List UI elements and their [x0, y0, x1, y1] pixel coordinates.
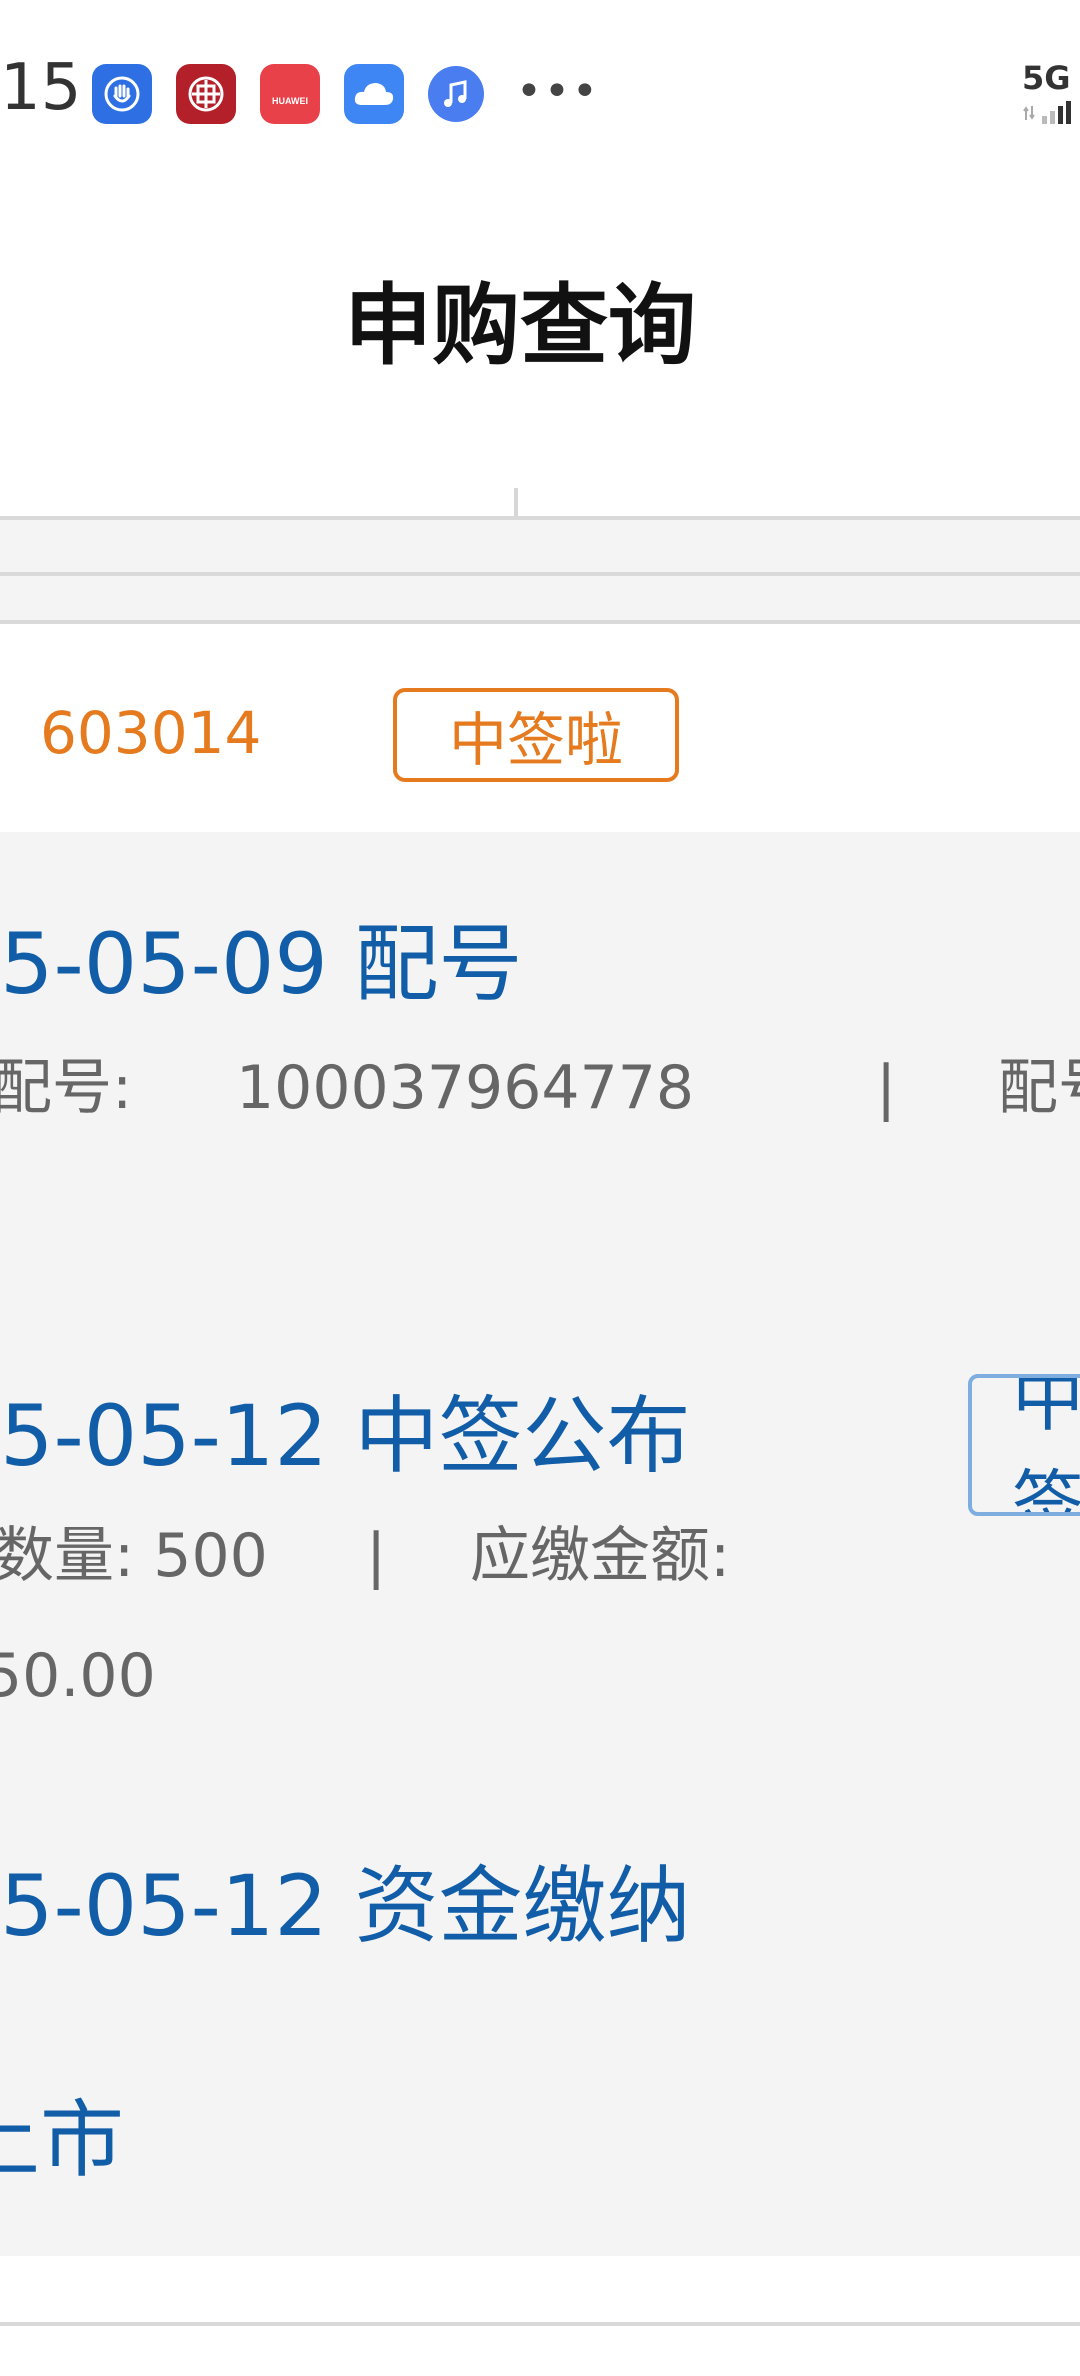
status-time: 15 — [0, 51, 82, 125]
tab-divider — [514, 488, 518, 518]
cloud-icon — [344, 64, 404, 124]
appgallery-label: HUAWEI — [272, 96, 308, 106]
separator: | — [876, 1053, 897, 1123]
section-gap — [0, 520, 1080, 622]
allotment-label: 配号: — [0, 1053, 133, 1123]
allotment-number: 100037964778 — [236, 1053, 695, 1123]
lottery-details-button[interactable]: 中签 — [968, 1374, 1080, 1516]
amount-due-value: 50.00 — [0, 1641, 156, 1711]
signal-icon — [1022, 100, 1080, 126]
page-title: 申购查询 — [343, 274, 696, 377]
bank-icon — [176, 64, 236, 124]
accessibility-icon — [92, 64, 152, 124]
network-type: 5G — [1022, 59, 1071, 97]
stock-code: 603014 — [40, 699, 262, 767]
step-title-listing: 上市 — [0, 2091, 125, 2189]
music-icon — [428, 66, 484, 122]
step-title-payment: 5-05-12 资金缴纳 — [0, 1857, 691, 1955]
allotment-label-2: 配号 — [998, 1053, 1080, 1123]
amount-due-label: 应缴金额: — [470, 1521, 731, 1591]
lottery-result-badge: 中签啦 — [393, 688, 679, 782]
separator: | — [366, 1521, 387, 1591]
appgallery-icon: HUAWEI — [260, 64, 320, 124]
step-title-allotment: 5-05-09 配号 — [0, 915, 523, 1013]
card-bottom-line — [0, 2322, 1080, 2326]
quantity-text: 数量: 500 — [0, 1521, 268, 1591]
more-notifications-icon: ••• — [516, 66, 600, 117]
step-title-lottery: 5-05-12 中签公布 — [0, 1387, 691, 1485]
section-line — [0, 572, 1080, 576]
card-top-line — [0, 620, 1080, 624]
